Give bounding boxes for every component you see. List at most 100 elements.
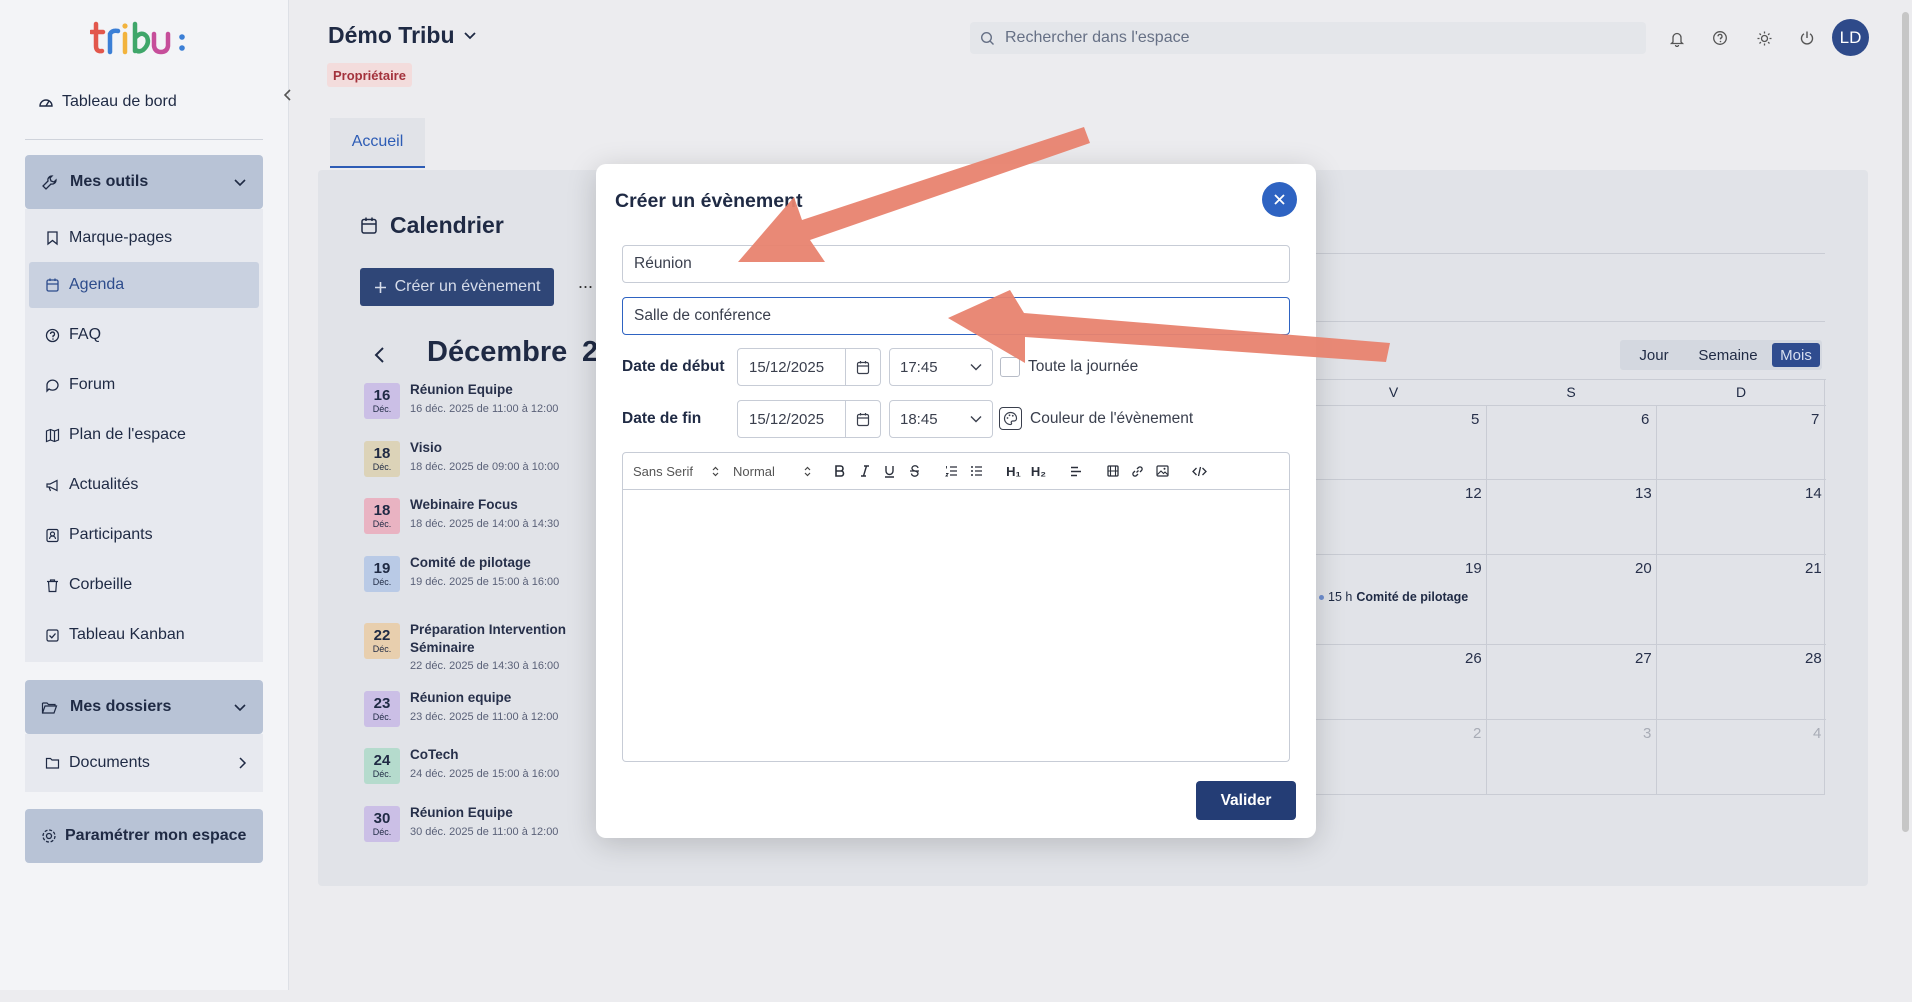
all-day-checkbox[interactable]: Toute la journée	[1000, 357, 1138, 377]
day-cell[interactable]	[1656, 719, 1826, 794]
event-location-input[interactable]: Salle de conférence	[622, 297, 1290, 335]
checkbox[interactable]	[1000, 357, 1020, 377]
day-cell[interactable]	[1656, 405, 1826, 479]
app-logo[interactable]	[90, 16, 200, 60]
day-cell[interactable]	[1656, 644, 1826, 719]
view-switch: Jour Semaine Mois	[1620, 340, 1822, 370]
event-date-badge: 23 Déc.	[364, 691, 400, 727]
calendar-event-chip[interactable]: 15 h Comité de pilotage	[1319, 590, 1468, 604]
day-cell[interactable]	[1486, 719, 1656, 794]
strike-button[interactable]	[902, 459, 927, 483]
view-day-button[interactable]: Jour	[1624, 343, 1684, 367]
day-cell[interactable]	[1301, 479, 1486, 554]
event-month: Déc.	[372, 462, 392, 472]
video-button[interactable]	[1100, 459, 1125, 483]
italic-button[interactable]	[852, 459, 877, 483]
list-item[interactable]: 18 Déc. Webinaire Focus 18 déc. 2025 de 1…	[364, 497, 594, 548]
sidebar-item-label: Marque-pages	[69, 229, 173, 246]
event-date-badge: 24 Déc.	[364, 748, 400, 784]
more-options-button[interactable]: ...	[578, 272, 593, 293]
day-cell[interactable]	[1486, 644, 1656, 719]
end-time-select[interactable]: 18:45	[889, 400, 993, 438]
divider	[1300, 253, 1825, 254]
view-week-button[interactable]: Semaine	[1686, 343, 1770, 367]
collapse-sidebar-button[interactable]	[275, 82, 301, 108]
sidebar-item-bookmarks[interactable]: Marque-pages	[29, 215, 259, 261]
event-dot	[1319, 594, 1324, 600]
day-cell[interactable]	[1486, 405, 1656, 479]
sidebar-item-documents[interactable]: Documents	[29, 740, 255, 786]
list-item[interactable]: 24 Déc. CoTech 24 déc. 2025 de 15:00 à 16…	[364, 747, 594, 798]
search-input[interactable]: Rechercher dans l'espace	[970, 22, 1646, 54]
list-item[interactable]: 30 Déc. Réunion Equipe 30 déc. 2025 de 11…	[364, 805, 594, 856]
logout-button[interactable]	[1796, 26, 1818, 50]
space-settings-button[interactable]: Paramétrer mon espace	[25, 809, 263, 863]
list-item[interactable]: 22 Déc. Préparation Intervention Séminair…	[364, 622, 594, 673]
notifications-button[interactable]	[1666, 26, 1688, 50]
bullet-list-button[interactable]	[964, 459, 989, 483]
day-cell[interactable]	[1656, 479, 1826, 554]
sidebar-item-kanban[interactable]: Tableau Kanban	[29, 612, 259, 658]
ordered-list-button[interactable]	[939, 459, 964, 483]
event-time: 24 déc. 2025 de 15:00 à 16:00	[410, 768, 560, 780]
link-button[interactable]	[1125, 459, 1150, 483]
list-item[interactable]: 16 Déc. Réunion Equipe 16 déc. 2025 de 11…	[364, 382, 594, 433]
sidebar-item-agenda[interactable]: Agenda	[29, 262, 259, 308]
start-time-select[interactable]: 17:45	[889, 348, 993, 386]
heading1-button[interactable]: H₁	[1001, 459, 1026, 483]
align-button[interactable]	[1063, 459, 1088, 483]
palette-icon[interactable]	[999, 407, 1022, 430]
font-family-select[interactable]: Sans Serif	[633, 464, 729, 479]
folders-list: Documents	[25, 734, 263, 792]
tab-home[interactable]: Accueil	[330, 118, 425, 168]
day-cell[interactable]	[1301, 644, 1486, 719]
space-title-dropdown[interactable]: Démo Tribu	[328, 22, 477, 49]
bold-button[interactable]	[827, 459, 852, 483]
sidebar-item-space-map[interactable]: Plan de l'espace	[29, 412, 259, 458]
sidebar-item-forum[interactable]: Forum	[29, 362, 259, 408]
sidebar-item-dashboard[interactable]: Tableau de bord	[38, 90, 177, 114]
day-cell[interactable]	[1301, 405, 1486, 479]
align-left-icon	[1070, 466, 1081, 476]
day-cell[interactable]	[1301, 719, 1486, 794]
day-cell[interactable]	[1486, 479, 1656, 554]
underline-button[interactable]	[877, 459, 902, 483]
close-modal-button[interactable]	[1262, 182, 1297, 217]
description-editor[interactable]	[622, 490, 1290, 762]
start-date-input[interactable]: 15/12/2025	[737, 348, 881, 386]
code-button[interactable]	[1187, 459, 1212, 483]
bold-icon	[835, 465, 845, 477]
theme-toggle-button[interactable]	[1753, 26, 1775, 50]
calendar-icon[interactable]	[846, 401, 880, 437]
tools-group-header[interactable]: Mes outils	[25, 155, 263, 209]
link-icon	[1132, 465, 1143, 477]
calendar-icon[interactable]	[846, 349, 880, 385]
list-item[interactable]: 18 Déc. Visio 18 déc. 2025 de 09:00 à 10:…	[364, 440, 594, 491]
help-button[interactable]	[1709, 26, 1731, 50]
day-cell[interactable]	[1656, 554, 1826, 644]
sidebar-item-trash[interactable]: Corbeille	[29, 562, 259, 608]
modal-title: Créer un évènement	[615, 190, 803, 212]
sidebar-item-faq[interactable]: FAQ	[29, 312, 259, 358]
user-avatar[interactable]: LD	[1832, 19, 1869, 56]
month-grid: V S D 5 6 7 12 13 14 19 20 21 15 h Comit…	[1300, 379, 1826, 795]
event-location-value: Salle de conférence	[634, 307, 772, 324]
all-day-label: Toute la journée	[1028, 358, 1139, 375]
folders-group-header[interactable]: Mes dossiers	[25, 680, 263, 734]
heading2-button[interactable]: H₂	[1026, 459, 1051, 483]
create-event-button[interactable]: Créer un évènement	[360, 268, 554, 306]
sidebar-item-participants[interactable]: Participants	[29, 512, 259, 558]
view-month-button[interactable]: Mois	[1772, 343, 1820, 367]
sidebar-item-news[interactable]: Actualités	[29, 462, 259, 508]
end-date-input[interactable]: 15/12/2025	[737, 400, 881, 438]
scrollbar-thumb[interactable]	[1902, 12, 1909, 832]
previous-month-button[interactable]	[372, 344, 388, 366]
list-item[interactable]: 23 Déc. Réunion equipe 23 déc. 2025 de 11…	[364, 690, 594, 741]
day-cell[interactable]	[1486, 554, 1656, 644]
list-item[interactable]: 19 Déc. Comité de pilotage 19 déc. 2025 d…	[364, 555, 594, 606]
font-size-select[interactable]: Normal	[733, 464, 821, 479]
submit-button[interactable]: Valider	[1196, 781, 1296, 820]
event-color-picker[interactable]: Couleur de l'évènement	[999, 407, 1193, 430]
image-button[interactable]	[1150, 459, 1175, 483]
event-title-input[interactable]: Réunion	[622, 245, 1290, 283]
